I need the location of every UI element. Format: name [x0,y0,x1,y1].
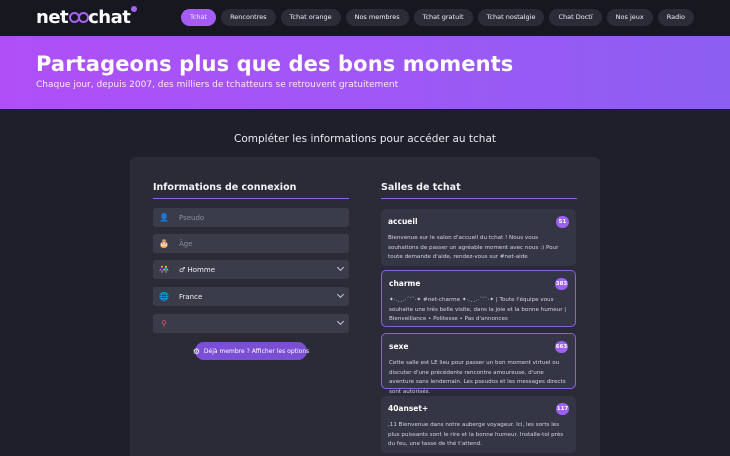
room-description: ,11 Bienvenue dans notre auberge voyageu… [388,422,564,447]
hero-banner: Partageons plus que des bons moments Cha… [0,36,730,109]
rooms-list[interactable]: accueil 51 Bienvenue sur le salon d'accu… [377,203,577,456]
nav-item-tchat-orange[interactable]: Tchat orange [280,9,341,26]
room-card-charme[interactable]: charme 383 ✦·.¸¸.·´¯`·✦ #net-charme ✦·.¸… [381,270,576,327]
age-input[interactable]: 🎂 Âge [153,234,349,253]
room-name: 40anset+ [388,404,429,413]
country-select[interactable]: 🌐 France [153,287,349,306]
room-card-40anset[interactable]: 40anset+ 117 ,11 Bienvenue dans notre au… [381,396,576,453]
room-name: charme [389,279,421,288]
room-user-count: 663 [555,341,568,353]
top-navbar: net chat Tchat Rencontres Tchat orange N… [0,0,730,36]
chevron-down-icon [336,290,345,299]
main-nav: Tchat Rencontres Tchat orange Nos membre… [180,9,694,26]
age-placeholder: Âge [179,239,193,248]
cake-icon: 🎂 [159,239,169,248]
nav-item-chat-docti[interactable]: Chat Doctï [549,9,602,26]
pseudo-input[interactable]: 👤 Pseudo [153,208,349,227]
male-icon: ♂ [179,265,186,274]
room-description: Cette salle est LE lieu pour passer un b… [389,360,566,395]
room-name: accueil [388,217,418,226]
gender-select[interactable]: 👫 ♂ Homme [153,260,349,279]
room-user-count: 383 [555,278,568,290]
globe-icon: 🌐 [159,292,169,301]
hero-title: Partageons plus que des bons moments [36,52,514,76]
chevron-down-icon [336,263,345,272]
rooms-section-title: Salles de tchat [381,182,461,193]
nav-item-tchat-gratuit[interactable]: Tchat gratuit [413,9,473,26]
nav-item-tchat-nostalgie[interactable]: Tchat nostalgie [477,9,545,26]
map-pin-icon: ⚲ [161,319,167,328]
nav-item-radio[interactable]: Radio [657,9,694,26]
gender-icon: 👫 [159,265,169,274]
room-user-count: 51 [556,216,569,228]
logo-dot-icon [131,6,138,12]
site-logo[interactable]: net chat [36,6,138,28]
login-section-divider [153,198,349,199]
login-section-title: Informations de connexion [153,182,297,193]
room-card-accueil[interactable]: accueil 51 Bienvenue sur le salon d'accu… [381,209,576,266]
show-options-label: Déjà membre ? Afficher les options [203,347,310,355]
room-user-count: 117 [556,403,569,415]
page-heading: Compléter les informations pour accéder … [234,133,496,145]
show-options-button[interactable]: ⚙ Déjà membre ? Afficher les options [192,342,310,360]
logo-rings-icon [69,11,90,23]
chevron-down-icon [336,317,345,326]
user-icon: 👤 [159,213,169,222]
room-card-sexe[interactable]: sexe 663 Cette salle est LE lieu pour pa… [381,333,576,395]
nav-item-tchat[interactable]: Tchat [180,9,217,26]
room-description: ✦·.¸¸.·´¯`·✦ #net-charme ✦·.¸¸.·´¯`·✦ | … [389,297,567,322]
room-description: Bienvenue sur le salon d'accueil du tcha… [388,235,559,260]
gender-value-label: Homme [187,265,216,274]
gender-value: ♂ Homme [179,266,215,274]
city-select[interactable]: ⚲ [153,314,349,333]
logo-text-right: chat [88,6,131,28]
country-value: France [179,292,203,301]
room-name: sexe [389,342,409,351]
nav-item-nos-membres[interactable]: Nos membres [345,9,409,26]
rooms-section-divider [381,198,577,199]
logo-text-left: net [36,6,69,28]
gear-icon: ⚙ [192,346,200,356]
pseudo-placeholder: Pseudo [179,213,205,222]
nav-item-rencontres[interactable]: Rencontres [221,9,276,26]
nav-item-nos-jeux[interactable]: Nos jeux [606,9,653,26]
hero-subtitle: Chaque jour, depuis 2007, des milliers d… [36,80,399,90]
